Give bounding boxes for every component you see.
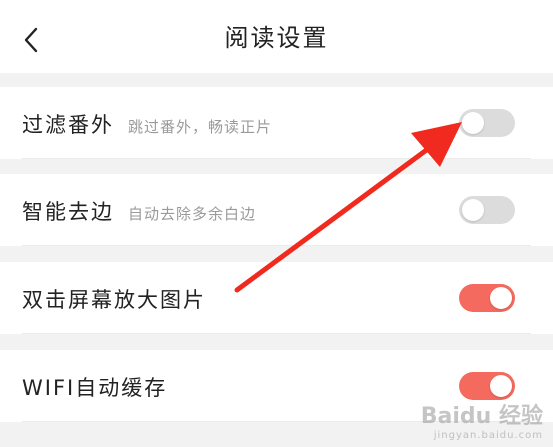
toggle-knob [462,112,484,134]
watermark-url: jingyan.baidu.com [433,430,543,441]
divider [22,333,531,334]
header-bar: 阅读设置 [0,0,553,73]
setting-label: WIFI自动缓存 [22,376,168,400]
setting-label: 过滤番外 [22,113,114,137]
setting-row-filter-extras: 过滤番外 跳过番外，畅读正片 [0,87,553,159]
toggle-knob [490,287,512,309]
smart-trim-toggle[interactable] [459,196,515,224]
setting-label: 双击屏幕放大图片 [22,288,206,312]
setting-description: 自动去除多余白边 [128,205,257,223]
watermark: Baidu 经验 jingyan.baidu.com [421,398,543,441]
setting-row-smart-trim: 智能去边 自动去除多余白边 [0,174,553,246]
setting-label: 智能去边 [22,200,114,224]
toggle-knob [462,199,484,221]
wifi-cache-toggle[interactable] [459,372,515,400]
setting-row-double-tap-zoom: 双击屏幕放大图片 [0,262,553,334]
divider [22,158,531,159]
setting-description: 跳过番外，畅读正片 [128,118,273,136]
divider [22,245,531,246]
watermark-logo: Baidu 经验 [420,404,543,429]
toggle-knob [490,375,512,397]
filter-extras-toggle[interactable] [459,109,515,137]
double-tap-zoom-toggle[interactable] [459,284,515,312]
page-title: 阅读设置 [224,24,329,52]
